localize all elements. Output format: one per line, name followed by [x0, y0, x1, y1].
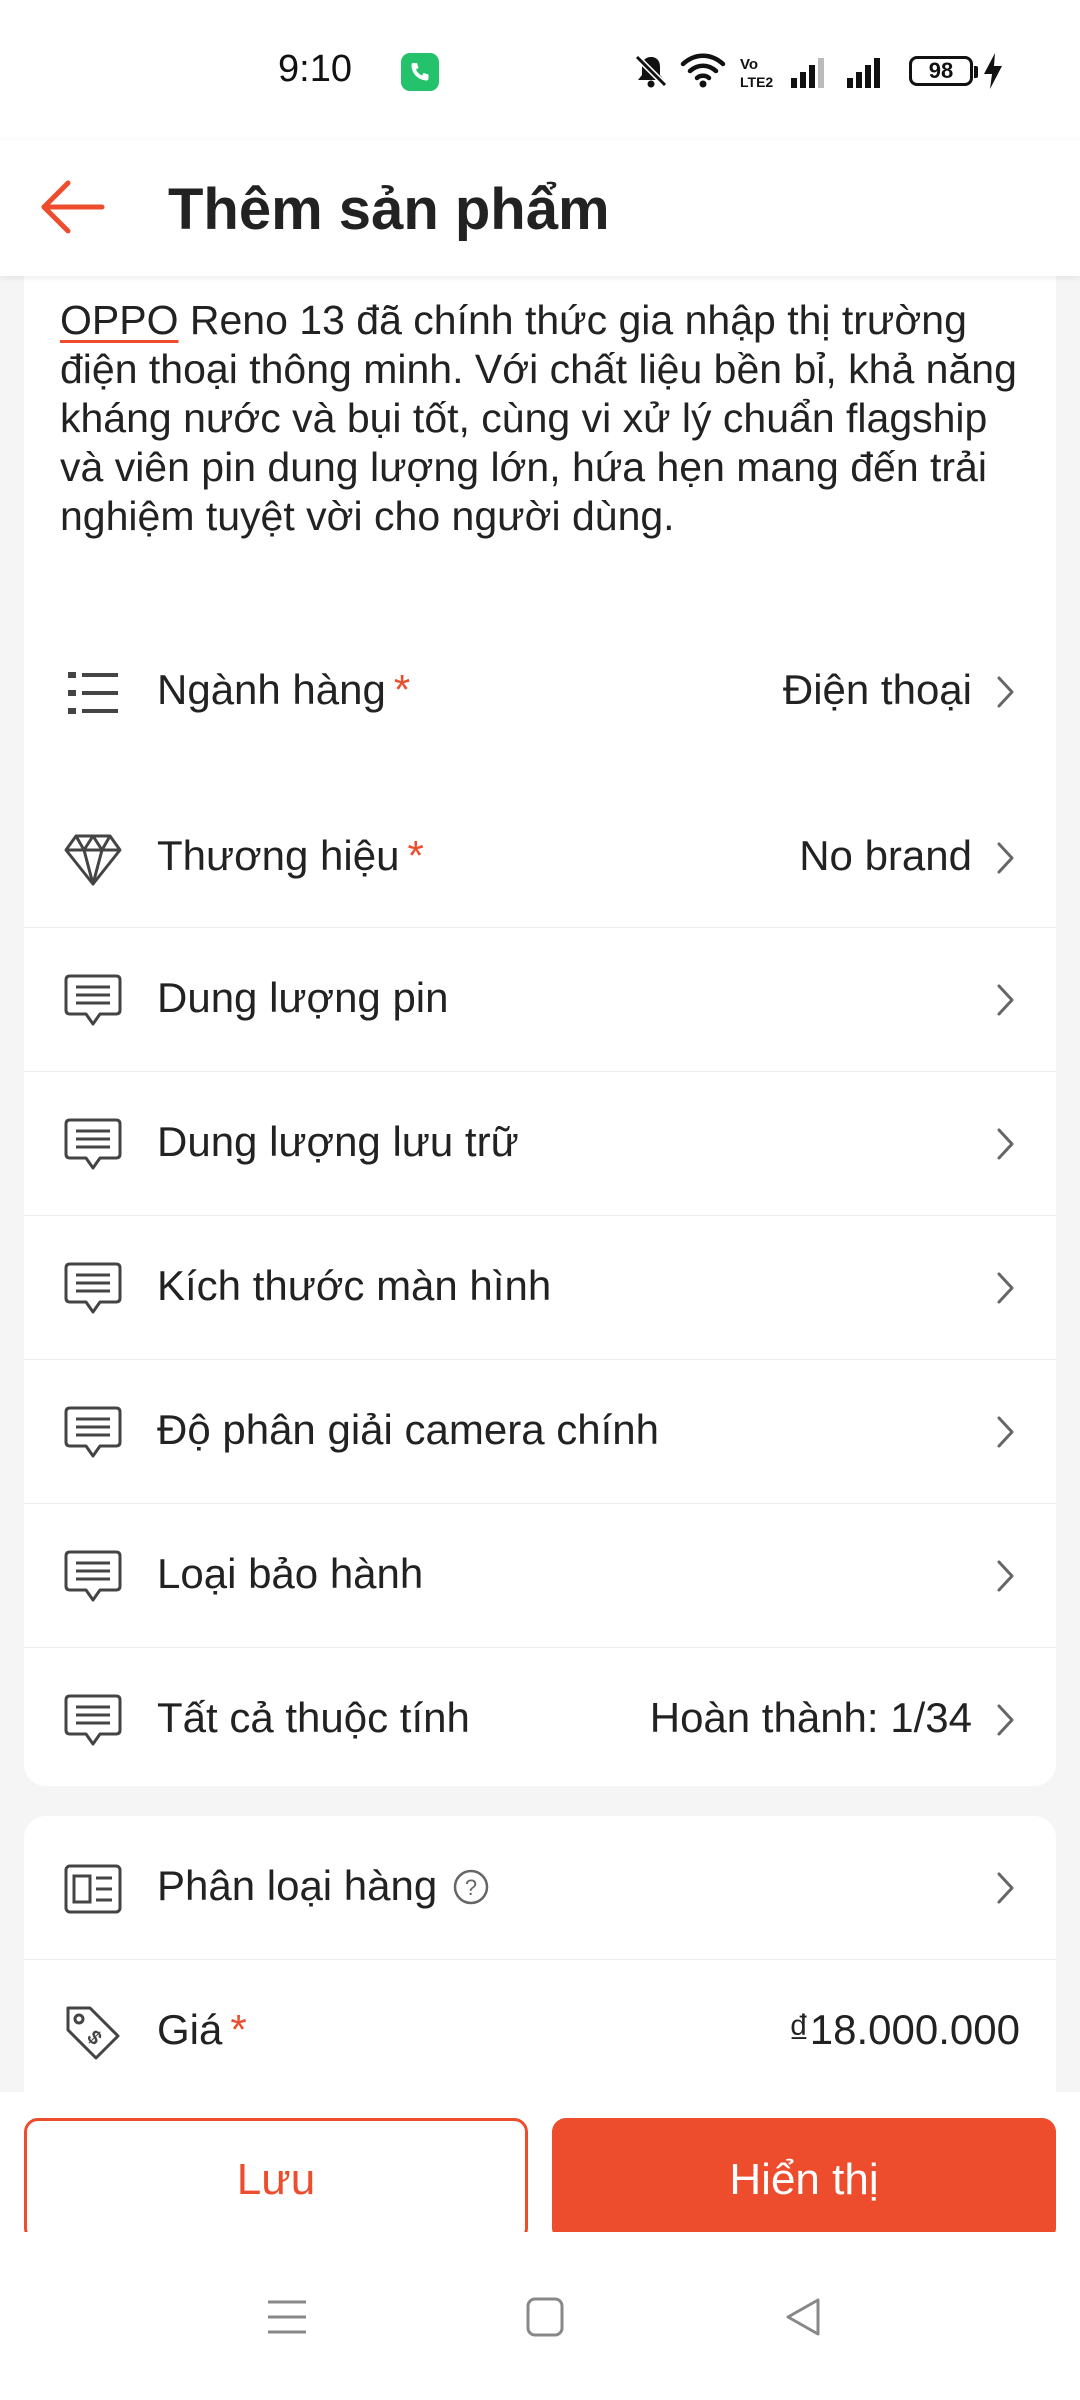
attribute-row-storage[interactable]: Dung lượng lưu trữ	[24, 1072, 1056, 1216]
variant-icon	[64, 1864, 122, 1914]
price-label: Giá *	[157, 2006, 247, 2053]
message-icon	[64, 1406, 122, 1458]
svg-text:LTE2: LTE2	[740, 74, 773, 90]
list-icon	[68, 672, 118, 714]
attribute-label: Kích thước màn hình	[157, 1262, 552, 1309]
category-card: Ngành hàng * Điện thoại	[24, 620, 1056, 762]
chevron-right-icon	[997, 1272, 1014, 1304]
save-button[interactable]: Lưu	[24, 2118, 528, 2242]
attribute-label: Thương hiệu *	[157, 832, 424, 879]
chevron-right-icon	[997, 1872, 1014, 1904]
question-circle-icon[interactable]: ?	[452, 1868, 490, 1906]
svg-text:?: ?	[465, 1875, 477, 1900]
status-bar: 9:10 Vo LTE2 98	[0, 0, 1080, 140]
publish-button[interactable]: Hiển thị	[552, 2118, 1056, 2242]
page-title: Thêm sản phẩm	[168, 177, 610, 242]
product-description[interactable]: OPPO Reno 13 đã chính thức gia nhập thị …	[60, 296, 1020, 541]
app-header: Thêm sản phẩm	[0, 140, 1080, 276]
arrow-left-icon	[41, 180, 105, 234]
wifi-icon	[680, 53, 726, 88]
charging-icon	[984, 53, 1002, 89]
message-icon	[64, 1550, 122, 1602]
attribute-label: Loại bảo hành	[157, 1550, 424, 1597]
bottom-action-bar: Lưu Hiển thị	[0, 2092, 1080, 2242]
attribute-progress: Hoàn thành: 1/34	[649, 1694, 972, 1741]
required-mark: *	[393, 666, 411, 713]
system-nav-bar	[0, 2232, 1080, 2400]
status-time: 9:10	[278, 48, 352, 90]
message-icon	[64, 974, 122, 1026]
attribute-row-all[interactable]: Tất cả thuộc tính Hoàn thành: 1/34	[24, 1648, 1056, 1786]
diamond-icon	[64, 834, 122, 886]
chevron-right-icon	[997, 1704, 1014, 1736]
attribute-row-camera[interactable]: Độ phân giải camera chính	[24, 1360, 1056, 1504]
signal-icon	[847, 58, 880, 88]
chevron-right-icon	[997, 1416, 1014, 1448]
required-mark: *	[407, 832, 424, 879]
variants-label: Phân loại hàng	[157, 1862, 438, 1909]
svg-text:Vo: Vo	[740, 56, 758, 73]
phone-call-icon	[401, 53, 439, 91]
attribute-label: Tất cả thuộc tính	[157, 1694, 470, 1741]
description-card: OPPO Reno 13 đã chính thức gia nhập thị …	[24, 276, 1056, 866]
required-mark: *	[230, 2006, 247, 2053]
brand-word: OPPO	[60, 297, 179, 343]
message-icon	[64, 1694, 122, 1746]
menu-icon	[268, 2300, 306, 2334]
home-square-icon	[526, 2297, 564, 2337]
attributes-card: Thương hiệu* No brand Dung lượng pin Du	[24, 786, 1056, 1786]
bell-off-icon	[634, 54, 668, 88]
nav-home-button[interactable]	[500, 2272, 590, 2362]
variants-price-card: Phân loại hàng ? $ Giá * ₫18.000.000	[24, 1816, 1056, 2092]
description-text: Reno 13 đã chính thức gia nhập thị trườn…	[60, 297, 1017, 539]
attribute-row-warranty[interactable]: Loại bảo hành	[24, 1504, 1056, 1648]
signal-icon	[791, 58, 824, 88]
attribute-row-brand[interactable]: Thương hiệu * No brand	[24, 786, 1056, 928]
chevron-right-icon	[997, 1128, 1014, 1160]
message-icon	[64, 1262, 122, 1314]
price-tag-icon: $	[66, 2006, 120, 2060]
attribute-row-battery[interactable]: Dung lượng pin	[24, 928, 1056, 1072]
category-row[interactable]: Ngành hàng * Điện thoại	[24, 620, 1056, 762]
attribute-label: Dung lượng pin	[157, 974, 449, 1021]
form-content[interactable]: OPPO Reno 13 đã chính thức gia nhập thị …	[0, 276, 1080, 2092]
message-icon	[64, 1118, 122, 1170]
attribute-label: Dung lượng lưu trữ	[157, 1118, 519, 1165]
nav-menu-button[interactable]	[242, 2272, 332, 2362]
nav-back-button[interactable]	[758, 2272, 848, 2362]
volte-icon: Vo LTE2	[740, 56, 773, 90]
attribute-label: Độ phân giải camera chính	[157, 1406, 659, 1453]
price-value: ₫18.000.000	[788, 2006, 1020, 2053]
category-label: Ngành hàng *	[157, 666, 411, 713]
attribute-value: No brand	[799, 832, 972, 879]
variants-row[interactable]: Phân loại hàng ?	[24, 1816, 1056, 1960]
chevron-right-icon	[997, 842, 1014, 874]
chevron-right-icon	[997, 676, 1014, 708]
price-row[interactable]: $ Giá * ₫18.000.000	[24, 1960, 1056, 2092]
back-triangle-icon	[786, 2298, 820, 2336]
chevron-right-icon	[997, 1560, 1014, 1592]
category-value: Điện thoại	[782, 666, 972, 713]
attribute-row-screen-size[interactable]: Kích thước màn hình	[24, 1216, 1056, 1360]
back-button[interactable]	[30, 162, 120, 252]
battery-icon: 98	[909, 56, 978, 86]
chevron-right-icon	[997, 984, 1014, 1016]
